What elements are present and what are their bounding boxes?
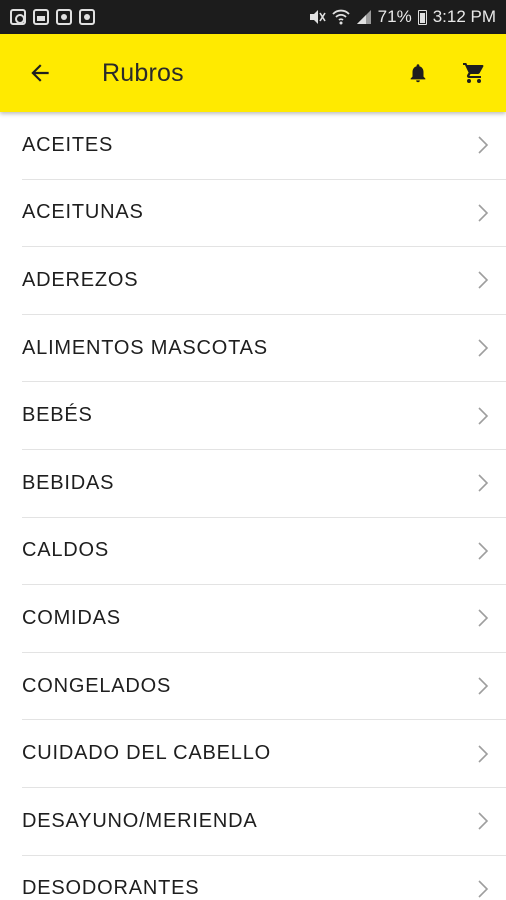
app-bar: Rubros (0, 34, 506, 112)
category-item[interactable]: CONGELADOS (22, 653, 506, 721)
category-label: ADEREZOS (22, 268, 139, 291)
category-label: DESODORANTES (22, 877, 200, 900)
chevron-right-icon (460, 135, 506, 155)
notifications-button[interactable] (390, 34, 446, 112)
chevron-right-icon (460, 406, 506, 426)
status-bar: 71% 3:12 PM (0, 0, 506, 34)
back-button[interactable] (0, 34, 80, 112)
signal-icon (356, 10, 371, 24)
system-icons: 71% 3:12 PM (308, 7, 496, 27)
category-item[interactable]: BEBÉS (22, 382, 506, 450)
battery-percent: 71% (377, 7, 412, 26)
category-label: COMIDAS (22, 606, 121, 629)
category-item[interactable]: BEBIDAS (22, 450, 506, 518)
page-title: Rubros (102, 58, 184, 87)
category-item[interactable]: CUIDADO DEL CABELLO (22, 720, 506, 788)
gallery-icon (33, 9, 49, 25)
chevron-right-icon (460, 879, 506, 899)
category-label: BEBÉS (22, 404, 93, 427)
category-item[interactable]: CALDOS (22, 518, 506, 586)
clock: 3:12 PM (432, 7, 496, 26)
category-label: DESAYUNO/MERIENDA (22, 809, 258, 832)
category-label: CUIDADO DEL CABELLO (22, 742, 271, 765)
app-icon (79, 9, 95, 25)
category-label: ACEITES (22, 133, 114, 156)
chevron-right-icon (460, 203, 506, 223)
chevron-right-icon (460, 541, 506, 561)
chevron-right-icon (460, 338, 506, 358)
notification-icons (10, 9, 95, 25)
app-icon (56, 9, 72, 25)
category-item[interactable]: COMIDAS (22, 585, 506, 653)
category-label: CALDOS (22, 539, 110, 562)
chevron-right-icon (460, 676, 506, 696)
arrow-back-icon (31, 64, 49, 82)
category-item[interactable]: DESAYUNO/MERIENDA (22, 788, 506, 856)
category-label: CONGELADOS (22, 674, 172, 697)
category-item[interactable]: ADEREZOS (22, 247, 506, 315)
chevron-right-icon (460, 608, 506, 628)
category-item[interactable]: ACEITUNAS (22, 180, 506, 248)
mute-icon (309, 10, 326, 24)
bell-icon (410, 64, 426, 83)
category-label: BEBIDAS (22, 471, 115, 494)
cart-button[interactable] (446, 34, 502, 112)
category-label: ACEITUNAS (22, 201, 144, 224)
battery-icon (417, 9, 427, 25)
chevron-right-icon (460, 811, 506, 831)
wifi-icon (332, 9, 350, 25)
cart-icon (463, 63, 484, 83)
chevron-right-icon (460, 473, 506, 493)
chevron-right-icon (460, 744, 506, 764)
chevron-right-icon (460, 270, 506, 290)
category-label: ALIMENTOS MASCOTAS (22, 336, 268, 359)
category-item[interactable]: ACEITES (22, 112, 506, 180)
category-item[interactable]: DESODORANTES (22, 856, 506, 900)
instagram-icon (10, 9, 26, 25)
category-item[interactable]: ALIMENTOS MASCOTAS (22, 315, 506, 383)
category-list: ACEITES ACEITUNAS ADEREZOS ALIMENTOS MASCOT… (0, 112, 506, 900)
